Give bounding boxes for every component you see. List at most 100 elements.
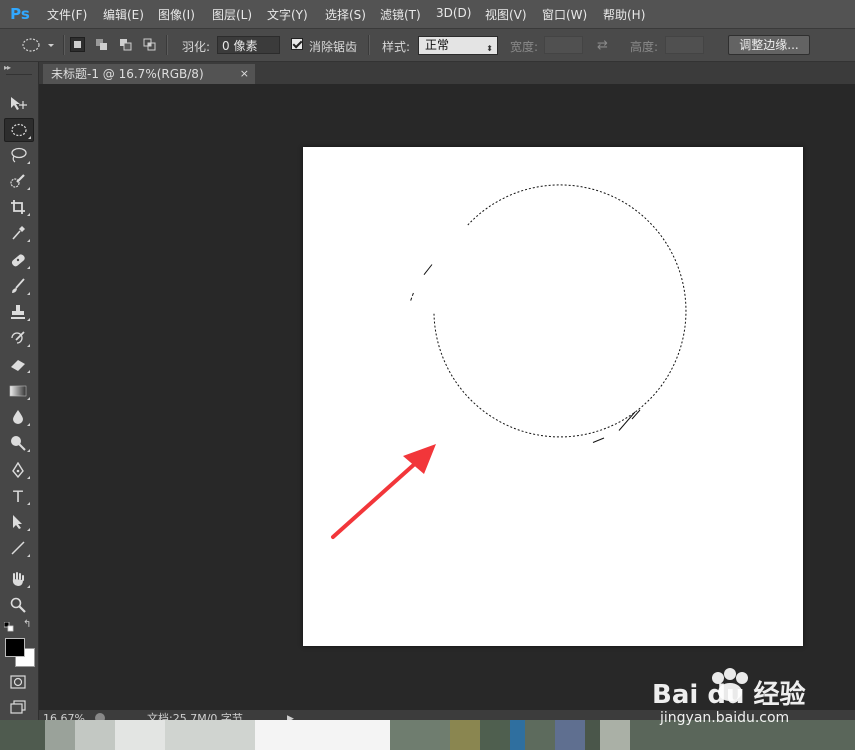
eraser-icon — [11, 360, 25, 371]
dodge-icon — [11, 436, 26, 451]
add-selection-icon — [96, 39, 107, 50]
quick-selection-tool[interactable] — [4, 170, 32, 192]
tools-panel: ▸▸ T ↰ — [0, 62, 39, 720]
menu-bar: Ps 文件(F) 编辑(E) 图像(I) 图层(L) 文字(Y) 选择(S) 滤… — [0, 0, 855, 29]
antialias-label: 消除锯齿 — [309, 40, 358, 54]
intersect-selection-button[interactable] — [142, 37, 157, 52]
quick-selection-icon — [10, 174, 25, 188]
menu-layer[interactable]: 图层(L) — [212, 6, 252, 23]
selection-marquee — [410, 184, 687, 443]
line-tool[interactable] — [4, 537, 32, 559]
zoom-tool[interactable] — [4, 594, 32, 616]
menu-image[interactable]: 图像(I) — [158, 6, 195, 23]
photoshop-logo: Ps — [10, 5, 30, 23]
menu-file[interactable]: 文件(F) — [47, 6, 87, 23]
options-bar: 羽化: 0 像素 消除锯齿 样式: 正常 ⬍ 宽度: ⇄ 高度: 调整边缘... — [0, 29, 855, 62]
screen-mode-button[interactable] — [4, 696, 32, 718]
stamp-icon — [11, 305, 25, 319]
new-selection-button[interactable] — [70, 37, 85, 52]
eraser-tool[interactable] — [4, 353, 32, 375]
subtract-selection-icon — [120, 39, 132, 51]
divider — [166, 35, 168, 55]
swap-dimensions-icon[interactable]: ⇄ — [597, 38, 608, 53]
path-selection-icon — [13, 515, 22, 529]
magnifier-icon — [10, 597, 26, 613]
brush-tool[interactable] — [4, 275, 32, 297]
menu-view[interactable]: 视图(V) — [485, 6, 527, 23]
menu-type[interactable]: 文字(Y) — [267, 6, 308, 23]
brush-icon — [12, 278, 25, 293]
pen-tool[interactable] — [4, 459, 32, 481]
menu-window[interactable]: 窗口(W) — [542, 6, 587, 23]
menu-3d[interactable]: 3D(D) — [436, 6, 471, 20]
quick-mask-button[interactable] — [4, 671, 32, 693]
tool-preset-picker[interactable] — [20, 37, 58, 53]
move-icon — [11, 97, 27, 110]
elliptical-marquee-tool[interactable] — [4, 118, 34, 142]
width-label: 宽度: — [510, 40, 539, 54]
watermark-url: jingyan.baidu.com — [660, 710, 790, 726]
baidu-jingyan-watermark: Bai du 经验 jingyan.baidu.com — [630, 660, 830, 730]
spot-healing-tool[interactable] — [4, 249, 32, 271]
history-brush-tool[interactable] — [4, 327, 32, 349]
watermark-brand: Bai du 经验 — [652, 680, 806, 710]
menu-filter[interactable]: 滤镜(T) — [380, 6, 421, 23]
hand-tool[interactable] — [4, 568, 32, 590]
swap-colors-icon[interactable]: ↰ — [23, 619, 31, 630]
path-selection-tool[interactable] — [4, 511, 32, 533]
canvas-overlay — [331, 184, 687, 539]
eyedropper-tool[interactable] — [4, 222, 32, 244]
menu-select[interactable]: 选择(S) — [325, 6, 366, 23]
feather-label: 羽化: — [182, 40, 211, 54]
ellipse-marquee-icon — [11, 123, 27, 137]
clone-stamp-tool[interactable] — [4, 301, 32, 323]
panel-grip — [6, 74, 32, 75]
bandage-icon — [11, 254, 25, 267]
antialias-checkbox[interactable] — [291, 38, 303, 50]
style-label: 样式: — [382, 40, 411, 54]
panel-collapse-icon[interactable]: ▸▸ — [4, 63, 11, 72]
height-input[interactable] — [665, 36, 704, 54]
lasso-tool[interactable] — [4, 144, 32, 166]
water-drop-icon — [13, 410, 23, 424]
dodge-tool[interactable] — [4, 432, 32, 454]
feather-input[interactable]: 0 像素 — [217, 36, 280, 54]
refine-edge-button[interactable]: 调整边缘... — [728, 35, 810, 55]
intersect-selection-icon — [143, 38, 156, 51]
crop-icon — [11, 200, 25, 214]
document-tab-bar: 未标题-1 @ 16.7%(RGB/8) × — [39, 62, 855, 84]
chevron-updown-icon: ⬍ — [486, 44, 493, 53]
lasso-icon — [11, 147, 27, 163]
menu-edit[interactable]: 编辑(E) — [103, 6, 144, 23]
crop-tool[interactable] — [4, 196, 32, 218]
menu-help[interactable]: 帮助(H) — [603, 6, 645, 23]
style-select[interactable]: 正常 ⬍ — [418, 36, 498, 55]
document-tab-title: 未标题-1 @ 16.7%(RGB/8) — [51, 67, 204, 81]
default-colors-icon[interactable] — [3, 621, 14, 632]
add-to-selection-button[interactable] — [94, 37, 109, 52]
height-label: 高度: — [630, 40, 659, 54]
blur-tool[interactable] — [4, 406, 32, 428]
subtract-from-selection-button[interactable] — [118, 37, 133, 52]
close-icon[interactable]: × — [240, 64, 249, 84]
gradient-icon — [9, 385, 27, 397]
screen-mode-icon — [10, 700, 26, 714]
pen-icon — [12, 462, 24, 478]
new-selection-icon — [74, 41, 81, 48]
divider — [368, 35, 370, 55]
document-canvas[interactable] — [303, 147, 803, 646]
history-brush-icon — [11, 331, 25, 344]
gradient-tool[interactable] — [4, 380, 32, 402]
red-arrow-annotation — [331, 444, 436, 539]
foreground-color-swatch[interactable] — [5, 638, 25, 657]
ellipse-marquee-icon — [22, 38, 54, 52]
style-select-value: 正常 — [425, 38, 450, 52]
width-input[interactable] — [544, 36, 583, 54]
type-tool[interactable]: T — [4, 485, 32, 507]
hand-icon — [12, 572, 24, 586]
document-tab[interactable]: 未标题-1 @ 16.7%(RGB/8) × — [43, 64, 255, 84]
eyedropper-icon — [12, 226, 25, 240]
move-tool[interactable] — [4, 92, 32, 114]
quick-mask-icon — [10, 675, 26, 689]
type-icon: T — [13, 486, 23, 506]
